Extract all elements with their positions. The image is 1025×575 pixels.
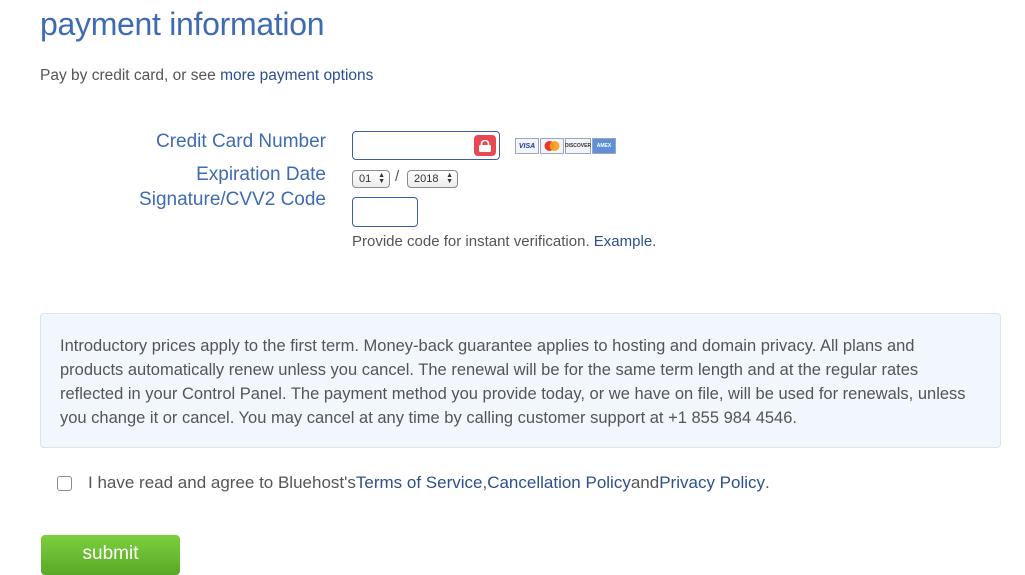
mastercard-icon <box>540 138 564 154</box>
amex-icon: AMEX <box>592 138 616 154</box>
payment-intro: Pay by credit card, or see more payment … <box>40 67 373 85</box>
cancellation-policy-link[interactable]: Cancellation Policy <box>487 473 631 493</box>
cvv-hint: Provide code for instant verification. E… <box>352 233 656 250</box>
year-select[interactable]: 2018 ▲ ▼ <box>407 170 458 188</box>
renewal-notice: Introductory prices apply to the first t… <box>40 313 1001 448</box>
privacy-policy-link[interactable]: Privacy Policy <box>659 473 765 493</box>
agreement-prefix: I have read and agree to Bluehost's <box>88 473 356 492</box>
lock-icon[interactable] <box>474 135 496 156</box>
cvv-input[interactable] <box>352 197 418 227</box>
discover-icon: DISCOVER <box>565 138 591 154</box>
select-arrows-icon: ▲ ▼ <box>378 172 385 185</box>
agree-checkbox[interactable] <box>57 475 72 491</box>
more-payment-options-link[interactable]: more payment options <box>220 67 373 84</box>
date-separator: / <box>395 168 400 185</box>
terms-agreement: I have read and agree to Bluehost's Term… <box>57 473 770 493</box>
select-arrows-icon: ▲ ▼ <box>446 172 453 185</box>
payment-intro-text: Pay by credit card, or see <box>40 67 221 84</box>
page-title: payment information <box>40 6 325 42</box>
agreement-and: and <box>630 473 660 492</box>
visa-icon: VISA <box>515 138 539 154</box>
cvv-label: Signature/CVV2 Code <box>139 189 326 210</box>
example-link[interactable]: Example. <box>594 233 657 250</box>
year-value: 2018 <box>414 173 439 185</box>
expiration-label: Expiration Date <box>196 164 326 185</box>
terms-of-service-link[interactable]: Terms of Service <box>356 473 483 493</box>
agreement-period: . <box>765 473 770 492</box>
submit-button[interactable]: submit <box>41 535 180 575</box>
month-select[interactable]: 01 ▲ ▼ <box>352 170 390 188</box>
credit-card-logos: VISA DISCOVER AMEX <box>515 138 616 154</box>
month-value: 01 <box>359 173 372 185</box>
cvv-hint-text: Provide code for instant verification. <box>352 233 594 250</box>
cc-number-label: Credit Card Number <box>156 131 326 152</box>
